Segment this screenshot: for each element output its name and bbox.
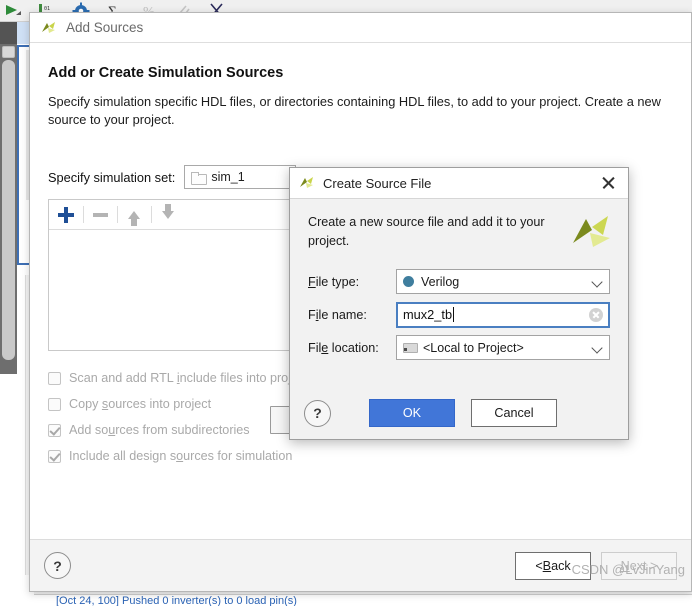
text-caret: [453, 307, 455, 322]
arrow-up-icon: [128, 210, 140, 226]
simulation-set-value: sim_1: [211, 170, 245, 184]
checkbox-box-checked-icon: [48, 449, 61, 463]
screen: 0110 Σ % [Oct 24, 100] Pushed 0 inverter…: [0, 0, 692, 606]
create-source-title: Create Source File: [323, 175, 432, 191]
checkbox-box-icon: [48, 371, 61, 385]
ok-button[interactable]: OK: [369, 399, 455, 427]
scroll-up-button[interactable]: [2, 46, 15, 58]
include-design-sources-checkbox[interactable]: Include all design sources for simulatio…: [48, 443, 671, 469]
page-title: Add or Create Simulation Sources: [48, 65, 284, 81]
create-source-intro-text: Create a new source file and add it to y…: [308, 215, 545, 248]
chevron-down-icon: [593, 277, 603, 287]
file-type-label: File type:: [308, 274, 360, 289]
create-source-file-dialog: Create Source File Create a new source f…: [289, 167, 629, 440]
ide-status-line: [Oct 24, 100] Pushed 0 inverter(s) to 0 …: [34, 594, 692, 606]
file-location-row: File location: <Local to Project>: [308, 331, 610, 364]
file-name-input[interactable]: mux2_tb: [396, 301, 610, 328]
location-folder-icon: [403, 342, 418, 353]
file-name-label: File name:: [308, 307, 367, 322]
file-type-row: File type: Verilog: [308, 265, 610, 298]
file-location-label: File location:: [308, 340, 379, 355]
run-icon[interactable]: [4, 2, 22, 20]
vivado-large-logo-icon: [568, 211, 614, 253]
verilog-dot-icon: [403, 276, 414, 287]
minus-icon: [92, 212, 108, 217]
cancel-button[interactable]: Cancel: [471, 399, 557, 427]
add-sources-titlebar: Add Sources: [30, 13, 691, 43]
checkbox-label: Copy sources into project: [69, 397, 212, 411]
close-icon[interactable]: [598, 172, 620, 194]
add-files-button[interactable]: [49, 200, 83, 230]
create-source-footer: ? OK Cancel: [290, 387, 628, 439]
page-description: Specify simulation specific HDL files, o…: [48, 94, 661, 127]
ide-dark-header: [0, 22, 17, 44]
clear-icon[interactable]: [589, 307, 603, 322]
checkbox-label: Scan and add RTL include files into proj…: [69, 371, 308, 385]
move-up-button[interactable]: [117, 200, 151, 230]
scrollbar-thumb[interactable]: [2, 60, 15, 360]
file-name-row: File name: mux2_tb: [308, 298, 610, 331]
remove-files-button[interactable]: [83, 200, 117, 230]
inner-help-button[interactable]: ?: [304, 399, 331, 427]
watermark: CSDN @LvJinYang: [571, 562, 685, 577]
checkbox-label: Include all design sources for simulatio…: [69, 449, 293, 463]
checkbox-box-checked-icon: [48, 423, 61, 437]
simulation-set-label: Specify simulation set:: [48, 169, 176, 185]
vivado-logo-icon: [298, 175, 316, 191]
chevron-down-icon: [593, 343, 603, 353]
create-source-intro: Create a new source file and add it to y…: [290, 199, 628, 259]
file-location-select[interactable]: <Local to Project>: [396, 335, 610, 360]
file-location-value: <Local to Project>: [423, 340, 524, 355]
file-type-select[interactable]: Verilog: [396, 269, 610, 294]
checkbox-label: Add sources from subdirectories: [69, 423, 250, 437]
add-sources-title: Add Sources: [66, 20, 144, 35]
file-name-value: mux2_tb: [403, 307, 453, 322]
help-button[interactable]: ?: [44, 552, 71, 579]
create-source-form: File type: Verilog File name: mux2_tb Fi…: [290, 259, 628, 364]
plus-icon: [58, 206, 74, 223]
checkbox-box-icon: [48, 397, 61, 411]
vivado-logo-icon: [40, 20, 58, 36]
folder-icon: [191, 171, 208, 185]
arrow-down-icon: [162, 203, 174, 219]
create-source-titlebar: Create Source File: [290, 168, 628, 199]
simulation-set-combo[interactable]: sim_1: [184, 165, 297, 189]
file-type-value: Verilog: [421, 274, 460, 289]
move-down-button[interactable]: [151, 200, 185, 230]
